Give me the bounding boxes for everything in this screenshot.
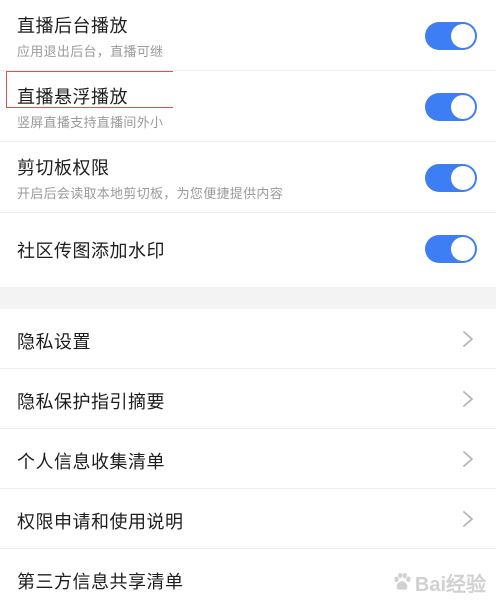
setting-title: 直播后台播放 <box>17 16 128 37</box>
setting-row-community-watermark[interactable]: 社区传图添加水印 <box>0 213 496 285</box>
live-floating-play-toggle[interactable] <box>425 93 477 121</box>
link-privacy-guide-summary[interactable]: 隐私保护指引摘要 <box>0 369 496 429</box>
setting-description: 开启后会读取本地剪切板，为您便捷提供内容 <box>17 187 284 202</box>
link-title: 隐私设置 <box>17 332 91 353</box>
link-title: 个人信息收集清单 <box>17 452 165 473</box>
community-watermark-toggle[interactable] <box>425 235 477 263</box>
setting-title: 社区传图添加水印 <box>17 241 165 262</box>
toggle-knob <box>451 24 475 48</box>
link-personal-info-list[interactable]: 个人信息收集清单 <box>0 429 496 489</box>
annotation-highlight-box <box>6 71 173 108</box>
chevron-right-icon <box>462 450 474 468</box>
link-privacy-settings[interactable]: 隐私设置 <box>0 309 496 369</box>
watermark-text: Bai经验 <box>414 573 486 596</box>
setting-row-clipboard-permission[interactable]: 剪切板权限 开启后会读取本地剪切板，为您便捷提供内容 <box>0 142 496 213</box>
privacy-links-list: 隐私设置 隐私保护指引摘要 个人信息收集清单 权限申请和使用说明 第三方信息共享… <box>0 309 496 609</box>
chevron-right-icon <box>462 330 474 348</box>
setting-description: 应用退出后台，直播可继 <box>17 45 164 60</box>
clipboard-permission-toggle[interactable] <box>425 164 477 192</box>
baidu-jingyan-watermark: Bai经验 <box>391 567 486 597</box>
chevron-right-icon <box>462 390 474 408</box>
live-background-play-toggle[interactable] <box>425 22 477 50</box>
chevron-right-icon <box>462 510 474 528</box>
link-title: 隐私保护指引摘要 <box>17 392 165 413</box>
link-permission-usage[interactable]: 权限申请和使用说明 <box>0 489 496 549</box>
link-title: 第三方信息共享清单 <box>17 572 184 593</box>
section-divider <box>0 287 496 309</box>
paw-icon <box>394 572 411 590</box>
setting-description: 竖屏直播支持直播间外小 <box>17 116 164 131</box>
toggle-settings-list: 直播后台播放 应用退出后台，直播可继 直播悬浮播放 竖屏直播支持直播间外小 剪切… <box>0 0 496 285</box>
link-title: 权限申请和使用说明 <box>17 512 184 533</box>
toggle-knob <box>451 166 475 190</box>
setting-title: 剪切板权限 <box>17 158 110 179</box>
toggle-knob <box>451 95 475 119</box>
setting-row-live-background-play[interactable]: 直播后台播放 应用退出后台，直播可继 <box>0 0 496 71</box>
toggle-knob <box>451 237 475 261</box>
